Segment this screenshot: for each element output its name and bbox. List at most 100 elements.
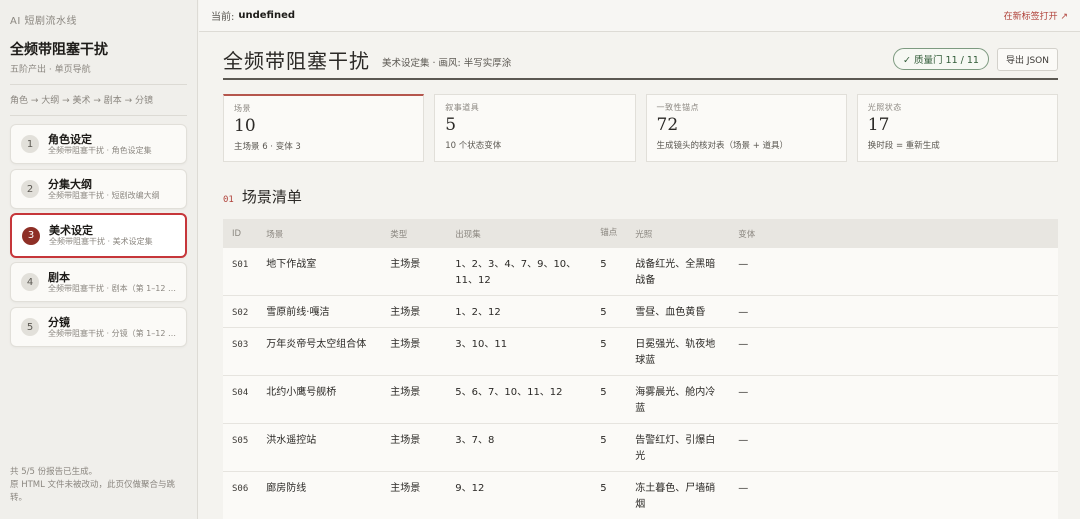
table-row: S03 万年炎帝号太空组合体 主场景 3、10、11 5 日冕强光、轨夜地球蓝 … <box>223 327 1058 376</box>
cell-scene: 洪水遥控站 <box>257 423 382 472</box>
main-content: 全频带阻塞干扰 美术设定集 · 画风: 半写实厚涂 ✓ 质量门 11 / 11 … <box>199 32 1080 519</box>
sidebar-item-label: 分集大纲 <box>48 177 92 191</box>
sidebar-item-meta: 全频带阻塞干扰 · 角色设定集 <box>48 145 152 155</box>
stats-row: 场景 10 主场景 6 · 变体 3 叙事道具 5 10 个状态变体 一致性锚点… <box>223 94 1058 162</box>
sidebar-item-label: 美术设定 <box>49 224 93 237</box>
cell-anchors: 5 <box>591 471 627 519</box>
current-value: undefined <box>238 10 296 21</box>
cell-lighting: 冻土暮色、尸墙硝烟 <box>626 471 730 519</box>
stat-value: 10 <box>234 116 256 136</box>
page-title: 全频带阻塞干扰 <box>223 48 370 73</box>
table-row: S05 洪水遥控站 主场景 3、7、8 5 告警红灯、引爆白光 — <box>223 423 1058 472</box>
cell-id: S01 <box>223 248 258 296</box>
cell-type: 主场景 <box>381 327 447 376</box>
sidebar-item-meta: 全频带阻塞干扰 · 短剧改编大纲 <box>48 190 160 200</box>
cell-scene: 万年炎帝号太空组合体 <box>257 327 382 376</box>
sidebar-item-label: 角色设定 <box>48 132 92 146</box>
cell-scene: 廊房防线 <box>257 471 382 519</box>
cell-type: 主场景 <box>381 375 447 424</box>
stat-card: 光照状态 17 换时段 = 重新生成 <box>856 94 1058 162</box>
stat-value: 5 <box>445 115 457 135</box>
cell-variant: — <box>729 423 1058 472</box>
stat-label: 叙事道具 <box>445 103 480 112</box>
sidebar-subtitle: 五阶产出 · 单页导航 <box>10 65 91 75</box>
cell-anchors: 5 <box>591 248 627 296</box>
sidebar-item-art[interactable]: 3 美术设定 全频带阻塞干扰 · 美术设定集 <box>10 213 187 258</box>
table-row: S06 廊房防线 主场景 9、12 5 冻土暮色、尸墙硝烟 — <box>223 471 1058 519</box>
cell-anchors: 5 <box>591 423 627 472</box>
sidebar-item-storyboard[interactable]: 5 分镜 全频带阻塞干扰 · 分镜（第 1–12 集） <box>10 307 187 347</box>
cell-variant: — <box>729 327 1058 376</box>
sidebar-item-script[interactable]: 4 剧本 全频带阻塞干扰 · 剧本（第 1–12 集） <box>10 262 187 302</box>
cell-id: S02 <box>223 295 258 328</box>
stat-label: 场景 <box>234 104 251 113</box>
cell-id: S04 <box>223 375 258 424</box>
cell-lighting: 战备红光、全黑暗战备 <box>626 248 730 296</box>
stat-label: 一致性锚点 <box>656 103 699 112</box>
footer-status: 共 5/5 份报告已生成。 <box>10 467 98 477</box>
cell-id: S03 <box>223 327 258 376</box>
sidebar-item-character[interactable]: 1 角色设定 全频带阻塞干扰 · 角色设定集 <box>10 124 187 164</box>
sidebar-footer: 共 5/5 份报告已生成。 原 HTML 文件未被改动，此页仅做聚合与跳转。 <box>10 466 186 505</box>
cell-scene: 地下作战室 <box>257 248 382 296</box>
column-header-type: 类型 <box>381 219 447 248</box>
column-header-lighting: 光照 <box>626 219 730 248</box>
stat-value: 17 <box>867 115 890 135</box>
sidebar-title: 全频带阻塞干扰 <box>10 42 108 58</box>
page-subtitle: 美术设定集 · 画风: 半写实厚涂 <box>382 57 512 69</box>
sidebar-item-label: 分镜 <box>48 315 70 329</box>
stat-card: 一致性锚点 72 生成镜头的核对表（场景 + 道具） <box>645 94 847 162</box>
cell-variant: — <box>729 295 1058 328</box>
cell-scene: 北约小鹰号舰桥 <box>257 375 382 424</box>
cell-variant: — <box>729 248 1058 296</box>
cell-type: 主场景 <box>381 248 447 296</box>
current-label: 当前: <box>211 12 235 23</box>
cell-episodes: 3、7、8 <box>446 423 592 472</box>
cell-lighting: 海雾晨光、舱内冷蓝 <box>626 375 730 424</box>
sidebar-flow: 角色 → 大纲 → 美术 → 剧本 → 分镜 <box>10 96 154 106</box>
export-json-button[interactable]: 导出 JSON <box>996 47 1058 71</box>
topbar: 当前: undefined 在新标签打开 ↗ <box>199 0 1080 32</box>
cell-type: 主场景 <box>381 295 447 328</box>
stat-desc: 10 个状态变体 <box>445 141 502 151</box>
open-new-tab-link[interactable]: 在新标签打开 ↗ <box>1004 9 1068 22</box>
cell-type: 主场景 <box>381 423 447 472</box>
step-number: 2 <box>21 180 39 198</box>
sidebar: AI 短剧流水线 全频带阻塞干扰 五阶产出 · 单页导航 角色 → 大纲 → 美… <box>0 0 198 519</box>
stat-card: 场景 10 主场景 6 · 变体 3 <box>223 94 425 162</box>
cell-variant: — <box>729 471 1058 519</box>
section-number: 01 <box>223 195 234 205</box>
cell-episodes: 5、6、7、10、11、12 <box>446 375 592 424</box>
column-header-anchors: 锚点 <box>591 219 627 248</box>
column-header-id: ID <box>223 219 258 248</box>
cell-id: S05 <box>223 423 258 472</box>
cell-anchors: 5 <box>591 375 627 424</box>
step-number: 4 <box>21 273 39 291</box>
cell-lighting: 告警红灯、引爆白光 <box>626 423 730 472</box>
cell-anchors: 5 <box>591 327 627 376</box>
stat-value: 72 <box>656 115 679 135</box>
sidebar-divider <box>10 84 187 85</box>
cell-scene: 雪原前线·嘎洁 <box>257 295 382 328</box>
stat-desc: 生成镜头的核对表（场景 + 道具） <box>656 141 789 151</box>
sidebar-item-meta: 全频带阻塞干扰 · 美术设定集 <box>49 237 153 246</box>
sidebar-brand: AI 短剧流水线 <box>10 16 77 27</box>
stat-desc: 换时段 = 重新生成 <box>867 141 940 151</box>
footer-note: 原 HTML 文件未被改动，此页仅做聚合与跳转。 <box>10 480 176 503</box>
cell-type: 主场景 <box>381 471 447 519</box>
cell-lighting: 雪昼、血色黄昏 <box>626 295 730 328</box>
sidebar-item-outline[interactable]: 2 分集大纲 全频带阻塞干扰 · 短剧改编大纲 <box>10 169 187 209</box>
sidebar-item-label: 剧本 <box>48 270 70 284</box>
cell-id: S06 <box>223 471 258 519</box>
column-header-scene: 场景 <box>257 219 382 248</box>
stat-label: 光照状态 <box>867 103 902 112</box>
cell-anchors: 5 <box>591 295 627 328</box>
cell-episodes: 9、12 <box>446 471 592 519</box>
sidebar-item-meta: 全频带阻塞干扰 · 剧本（第 1–12 集） <box>48 283 176 293</box>
cell-variant: — <box>729 375 1058 424</box>
step-number: 3 <box>22 226 40 245</box>
section-title: 场景清单 <box>241 188 302 206</box>
stat-desc: 主场景 6 · 变体 3 <box>234 142 301 152</box>
stat-card: 叙事道具 5 10 个状态变体 <box>434 94 636 162</box>
page-header: 全频带阻塞干扰 美术设定集 · 画风: 半写实厚涂 ✓ 质量门 11 / 11 … <box>223 44 1058 80</box>
